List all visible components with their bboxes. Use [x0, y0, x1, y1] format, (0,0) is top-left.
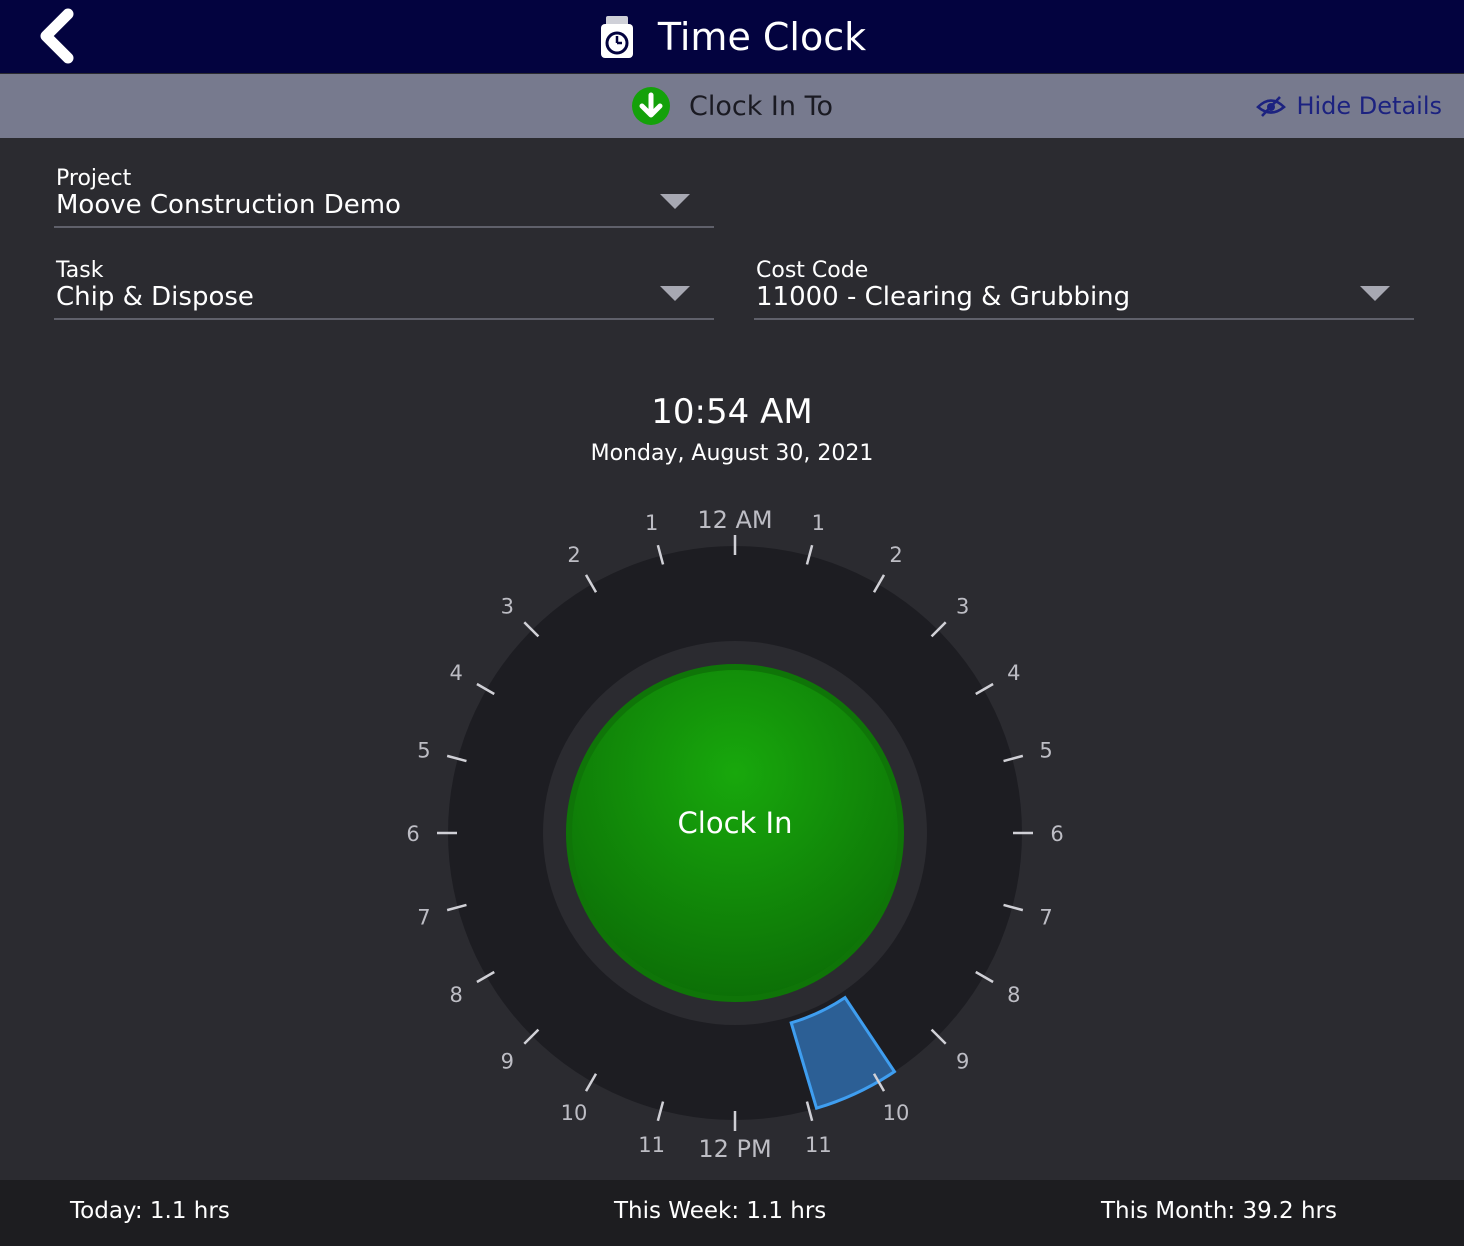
hour-label-left: 3 — [501, 594, 514, 618]
hour-label-right: 8 — [1007, 983, 1020, 1007]
hour-label-left: 11 — [638, 1133, 665, 1157]
hour-label-right: 11 — [805, 1133, 832, 1157]
hour-label-left: 6 — [406, 822, 419, 846]
hour-label-left: 5 — [417, 739, 430, 763]
hour-label-right: 5 — [1039, 739, 1052, 763]
month-hours: This Month: 39.2 hrs — [1101, 1198, 1337, 1224]
hour-label-left: 9 — [501, 1050, 514, 1074]
hour-label-left: 4 — [449, 661, 462, 685]
hour-label-right: 2 — [889, 543, 902, 567]
hour-label-right: 9 — [956, 1050, 969, 1074]
clock-dial: 12345678910111234567891011 12 AM 12 PM — [406, 506, 1063, 1163]
hour-label-right: 10 — [883, 1101, 910, 1125]
hour-label-left: 10 — [561, 1101, 588, 1125]
hour-label-right: 7 — [1039, 905, 1052, 929]
label-12pm: 12 PM — [698, 1135, 771, 1163]
hour-label-left: 1 — [645, 511, 658, 535]
hour-label-right: 1 — [812, 511, 825, 535]
clock-in-button[interactable] — [566, 664, 904, 1002]
hour-label-left: 8 — [449, 983, 462, 1007]
hour-label-right: 6 — [1050, 822, 1063, 846]
hour-label-left: 7 — [417, 905, 430, 929]
label-12am: 12 AM — [697, 506, 772, 534]
hour-label-right: 4 — [1007, 661, 1020, 685]
today-hours: Today: 1.1 hrs — [70, 1198, 230, 1224]
week-hours: This Week: 1.1 hrs — [614, 1198, 827, 1224]
hours-summary-bar: Today: 1.1 hrs This Week: 1.1 hrs This M… — [0, 1180, 1464, 1246]
hour-label-right: 3 — [956, 594, 969, 618]
hour-label-left: 2 — [567, 543, 580, 567]
